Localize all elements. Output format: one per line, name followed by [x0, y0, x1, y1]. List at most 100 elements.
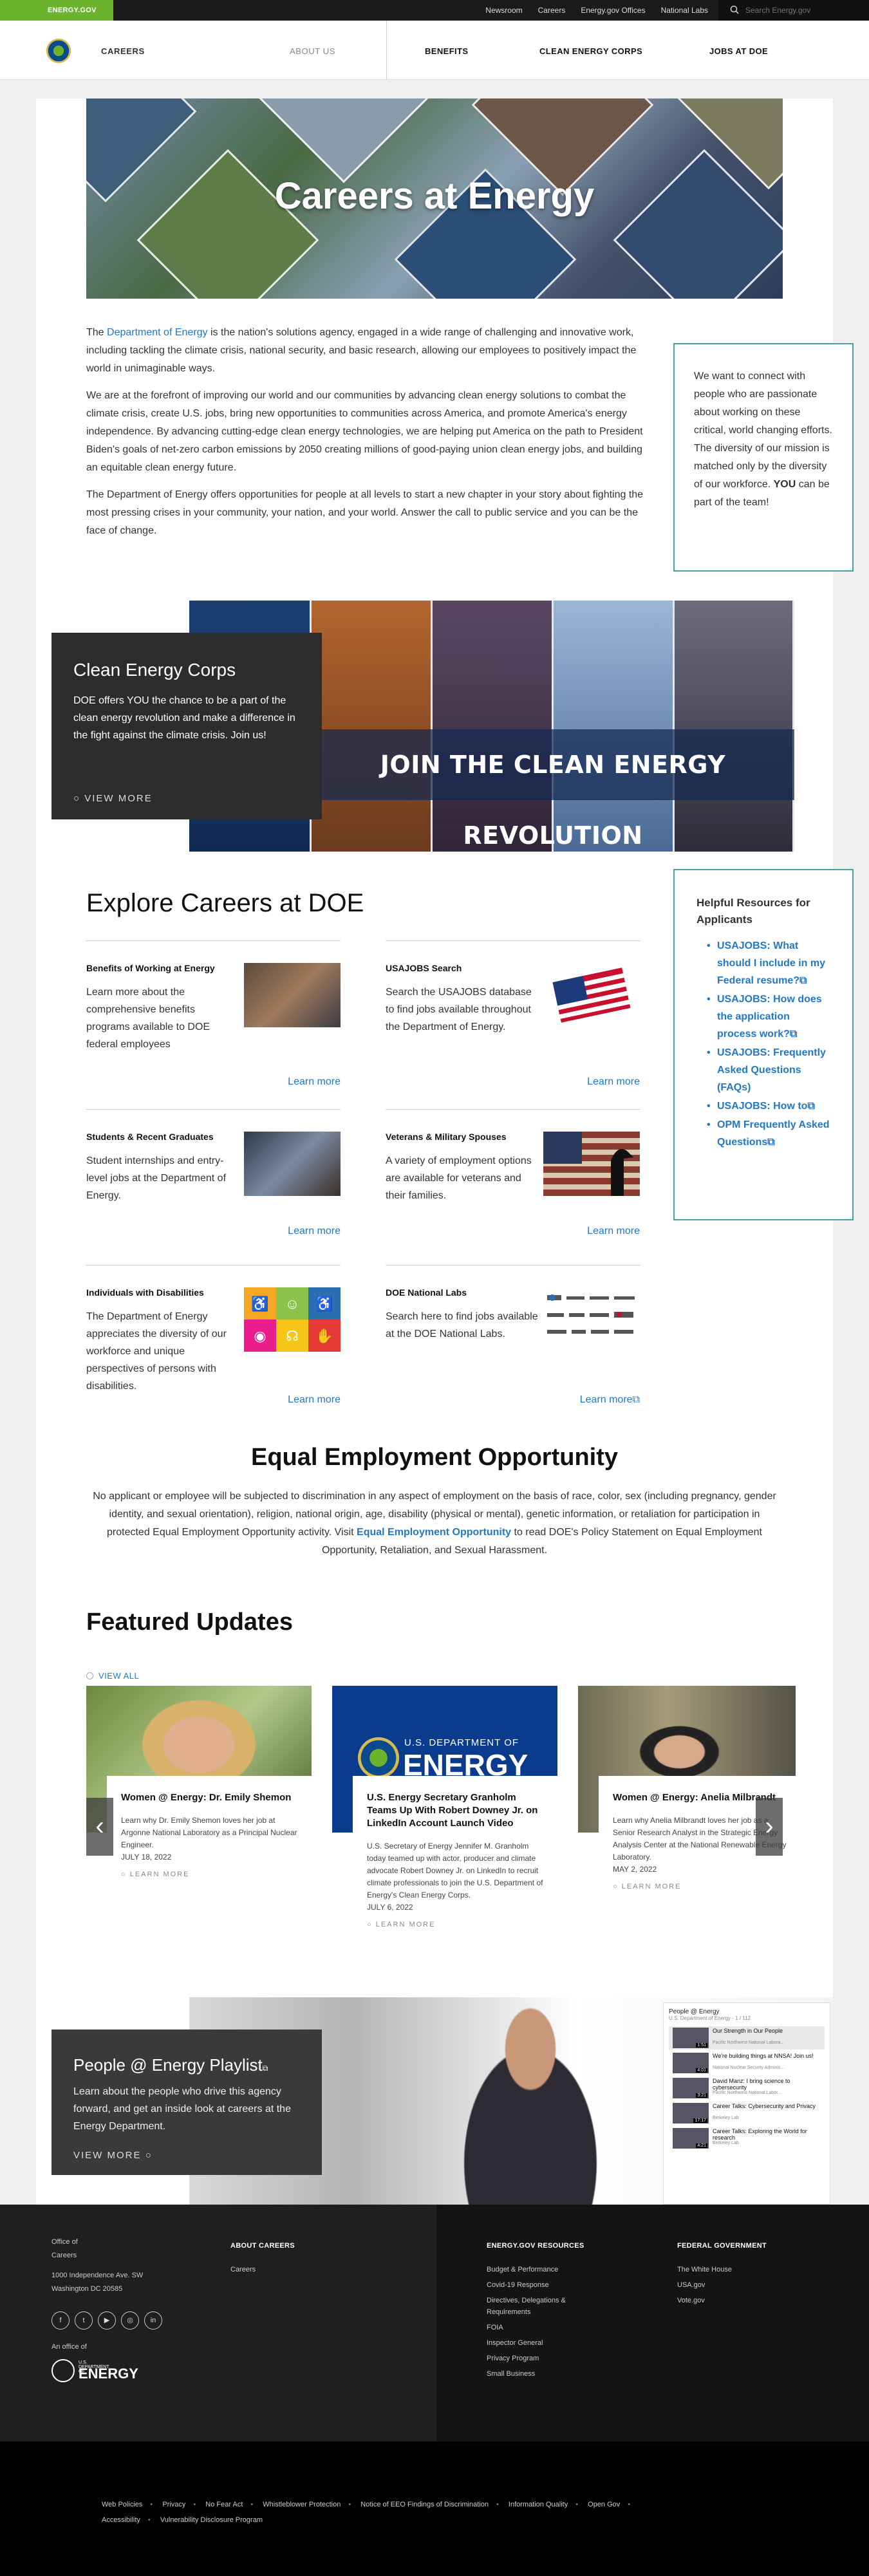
resource-link[interactable]: USAJOBS: What should I include in my Fed…: [707, 937, 830, 989]
footer-link[interactable]: Inspector General: [487, 2337, 596, 2349]
doe-logo-top: U.S. DEPARTMENT OF: [404, 1737, 519, 1748]
resources-list: USAJOBS: What should I include in my Fed…: [696, 937, 830, 1151]
link-careers[interactable]: Careers: [538, 6, 566, 15]
nav-about-us[interactable]: ABOUT US: [290, 46, 335, 56]
footer-link[interactable]: Small Business: [487, 2368, 596, 2380]
policy-link[interactable]: Privacy: [162, 2501, 185, 2508]
energy-gov-logo[interactable]: ENERGY.GOV: [0, 0, 113, 21]
learn-more-link[interactable]: Learn more: [587, 1226, 640, 1237]
carousel-next-button[interactable]: ›: [756, 1798, 783, 1856]
policy-link[interactable]: Web Policies: [102, 2501, 142, 2508]
playlist-description: Learn about the people who drive this ag…: [73, 2086, 291, 2132]
search-input[interactable]: [745, 4, 861, 17]
nav-jobs-at-doe[interactable]: JOBS AT DOE: [709, 46, 768, 56]
resource-link-label: USAJOBS: How does the application proces…: [717, 994, 822, 1040]
playlist-video[interactable]: 3:21 David Manz: I bring science to cybe…: [669, 2077, 825, 2100]
playlist-video[interactable]: 1:51 Our Strength in Our People Pacific …: [669, 2026, 825, 2049]
footer-link[interactable]: Budget & Performance: [487, 2264, 596, 2275]
view-all-link[interactable]: VIEW ALL: [86, 1671, 139, 1681]
policy-link[interactable]: No Fear Act: [205, 2501, 243, 2508]
policy-link[interactable]: Open Gov: [588, 2501, 620, 2508]
learn-more-link[interactable]: Learn more: [587, 1076, 640, 1088]
video-channel: Pacific Northwest National Labora...: [713, 2040, 785, 2045]
youtube-icon[interactable]: ▶: [98, 2311, 116, 2329]
intro-p1-start: The: [86, 327, 107, 338]
learn-more-label: LEARN MORE: [621, 1883, 682, 1890]
resources-heading: Helpful Resources for Applicants: [696, 897, 810, 926]
link-national-labs[interactable]: National Labs: [661, 6, 708, 15]
doe-seal-icon: [358, 1737, 399, 1778]
learn-more-link[interactable]: Learn more: [288, 1394, 341, 1406]
card-benefits: Benefits of Working at Energy Learn more…: [86, 940, 341, 1101]
footer-link[interactable]: Careers: [230, 2264, 295, 2275]
nav-benefits[interactable]: BENEFITS: [425, 46, 468, 56]
featured-card-text: Learn why Dr. Emily Shemon loves her job…: [121, 1816, 297, 1849]
search-icon[interactable]: [730, 5, 739, 14]
card-text: Search here to find jobs available at th…: [386, 1311, 538, 1339]
footer-link[interactable]: Covid-19 Response: [487, 2279, 596, 2291]
resource-link[interactable]: OPM Frequently Asked Questions⧉: [707, 1116, 830, 1151]
video-duration: 3:21: [696, 2093, 707, 2098]
link-department-of-energy[interactable]: Department of Energy: [107, 327, 208, 338]
video-thumbnail: 4:21: [673, 2128, 709, 2149]
link-offices[interactable]: Energy.gov Offices: [581, 6, 645, 15]
card-text: A variety of employment options are avai…: [386, 1155, 532, 1201]
cec-view-more-label: VIEW MORE: [84, 793, 153, 804]
link-eeo[interactable]: Equal Employment Opportunity: [357, 1527, 511, 1538]
helpful-resources-box: Helpful Resources for Applicants USAJOBS…: [673, 869, 854, 1220]
video-thumbnail: 3:21: [673, 2078, 709, 2098]
chevron-left-icon: ‹: [95, 1812, 104, 1840]
doe-seal-icon[interactable]: [46, 39, 71, 63]
video-title: We're building things at NNSA! Join us!: [713, 2053, 814, 2059]
policy-link[interactable]: Accessibility: [102, 2516, 140, 2524]
nav-clean-energy-corps[interactable]: CLEAN ENERGY CORPS: [539, 46, 642, 56]
policy-link[interactable]: Whistleblower Protection: [263, 2501, 341, 2508]
content-area: Careers at Energy The Department of Ener…: [36, 98, 854, 2205]
footer-link[interactable]: USA.gov: [677, 2279, 767, 2291]
policy-link[interactable]: Notice of EEO Findings of Discrimination: [360, 2501, 489, 2508]
playlist-video[interactable]: 4:01 We're building things at NNSA! Join…: [669, 2051, 825, 2075]
playlist-video[interactable]: 4:21 Career Talks: Exploring the World f…: [669, 2127, 825, 2150]
carousel-prev-button[interactable]: ‹: [86, 1798, 113, 1856]
twitter-icon[interactable]: t: [75, 2311, 93, 2329]
footer-link[interactable]: Privacy Program: [487, 2353, 596, 2364]
policy-link[interactable]: Information Quality: [509, 2501, 568, 2508]
footer-link[interactable]: The White House: [677, 2264, 767, 2275]
cec-view-more-link[interactable]: ○ VIEW MORE: [73, 793, 153, 804]
resource-link[interactable]: USAJOBS: How to⧉: [707, 1097, 830, 1115]
chevron-right-icon: ›: [765, 1812, 774, 1840]
intro-paragraph-3: The Department of Energy offers opportun…: [86, 489, 644, 536]
learn-more-link[interactable]: Learn more: [288, 1226, 341, 1237]
resource-link[interactable]: USAJOBS: How does the application proces…: [707, 991, 830, 1043]
nav-section-title[interactable]: CAREERS: [101, 46, 145, 56]
instagram-icon[interactable]: ◎: [121, 2311, 139, 2329]
linkedin-icon[interactable]: in: [144, 2311, 162, 2329]
learn-more-link[interactable]: ○ LEARN MORE: [613, 1883, 789, 1890]
card-title: Benefits of Working at Energy: [86, 963, 215, 973]
footer-link[interactable]: Vote.gov: [677, 2295, 767, 2306]
featured-card[interactable]: Women @ Energy: Dr. Emily Shemon Learn w…: [86, 1686, 312, 1894]
video-duration: 4:21: [696, 2143, 707, 2148]
link-newsroom[interactable]: Newsroom: [485, 6, 522, 15]
featured-card[interactable]: U.S. DEPARTMENT OF ENERGY U.S. Energy Se…: [332, 1686, 557, 1944]
card-title: USAJOBS Search: [386, 963, 462, 973]
policy-link[interactable]: Vulnerability Disclosure Program: [160, 2516, 263, 2524]
svg-text:◉: ◉: [254, 1328, 266, 1344]
site-search: [718, 0, 869, 21]
footer-link[interactable]: FOIA: [487, 2322, 596, 2333]
learn-more-link[interactable]: Learn more: [288, 1076, 341, 1088]
playlist-video[interactable]: 17:17 Career Talks: Cybersecurity and Pr…: [669, 2102, 825, 2125]
resource-link[interactable]: USAJOBS: Frequently Asked Questions (FAQ…: [707, 1044, 830, 1096]
callout-text: We want to connect with people who are p…: [694, 371, 832, 490]
svg-text:✋: ✋: [315, 1328, 333, 1344]
doe-footer-logo[interactable]: U.S. DEPARTMENT OF ENERGY: [51, 2358, 138, 2384]
external-link-icon: ⧉: [632, 1394, 640, 1405]
footer-link[interactable]: Directives, Delegations & Requirements: [487, 2295, 596, 2318]
video-thumbnail: 1:51: [673, 2028, 709, 2048]
learn-more-link[interactable]: ○ LEARN MORE: [121, 1871, 297, 1878]
playlist-view-more-link[interactable]: VIEW MORE ○: [73, 2150, 153, 2161]
learn-more-link[interactable]: ○ LEARN MORE: [367, 1921, 543, 1928]
learn-more-link[interactable]: Learn more⧉: [580, 1394, 640, 1406]
cec-photo: [312, 601, 433, 852]
facebook-icon[interactable]: f: [51, 2311, 70, 2329]
